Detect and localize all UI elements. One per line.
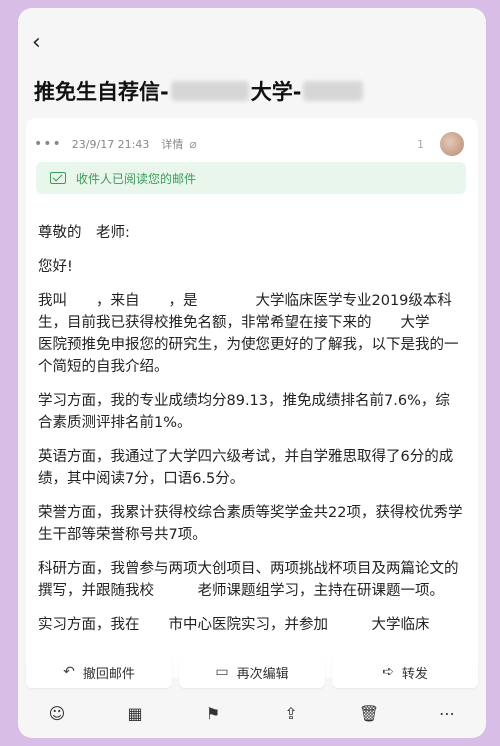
attachment-icon: ⌀ bbox=[189, 137, 197, 151]
body-paragraph: 英语方面，我通过了大学四六级考试，并自学雅思取得了6分的成绩，其中阅读7分，口语… bbox=[38, 449, 454, 487]
mail-read-icon bbox=[50, 172, 66, 184]
body-paragraph: 学习方面，我的专业成绩均分89.13，推免成绩排名前7.6%，综合素质测评排名前… bbox=[38, 393, 450, 431]
move-folder-icon[interactable]: ⇪ bbox=[279, 704, 303, 723]
avatar[interactable] bbox=[440, 132, 464, 156]
edit-again-button[interactable]: ▭ 再次编辑 bbox=[179, 656, 325, 688]
edit-again-label: 再次编辑 bbox=[236, 666, 289, 682]
forward-icon: ➪ bbox=[382, 664, 394, 680]
flag-icon[interactable]: ⚑ bbox=[201, 704, 225, 723]
chevron-left-icon[interactable]: ‹ bbox=[32, 32, 41, 54]
recall-mail-label: 撤回邮件 bbox=[82, 666, 135, 682]
read-receipt-banner: 收件人已阅读您的邮件 bbox=[36, 162, 466, 194]
calendar-add-icon[interactable]: ▦ bbox=[123, 704, 147, 723]
mail-subject: 推免生自荐信- 大学- bbox=[34, 76, 365, 106]
body-paragraph: 我叫 ，来自 ，是 大学临床医学专业2019级本科生，目前我已获得校推免名额，非… bbox=[38, 293, 459, 375]
emoji-icon[interactable]: ☺ bbox=[45, 704, 69, 723]
detail-link[interactable]: 详情 bbox=[161, 136, 183, 152]
subject-mid: 大学- bbox=[250, 80, 302, 104]
redacted-text bbox=[170, 81, 249, 101]
redacted-text bbox=[303, 81, 364, 101]
mail-card: ••• 23/9/17 21:43 详情 ⌀ 1 收件人已阅读您的邮件 尊敬的 … bbox=[26, 118, 478, 678]
more-icon[interactable]: ⋯ bbox=[435, 704, 459, 723]
recall-mail-button[interactable]: ↶ 撤回邮件 bbox=[26, 656, 172, 688]
body-paragraph: 尊敬的 老师: bbox=[38, 225, 130, 241]
subject-prefix: 推免生自荐信- bbox=[34, 80, 169, 104]
body-paragraph: 您好! bbox=[38, 259, 73, 275]
action-bar: ↶ 撤回邮件 ▭ 再次编辑 ➪ 转发 bbox=[26, 656, 478, 688]
more-dots-icon[interactable]: ••• bbox=[34, 136, 62, 152]
mail-meta: ••• 23/9/17 21:43 详情 ⌀ 1 bbox=[34, 132, 470, 156]
sender-address: 1 bbox=[417, 137, 424, 151]
bottom-toolbar: ☺ ▦ ⚑ ⇪ 🗑 ⋯ bbox=[18, 698, 486, 728]
mail-body: 尊敬的 老师: 您好! 我叫 ，来自 ，是 大学临床医学专业2019级本科生，目… bbox=[38, 222, 464, 648]
mail-time: 23/9/17 21:43 bbox=[71, 137, 150, 151]
read-receipt-text: 收件人已阅读您的邮件 bbox=[76, 171, 197, 186]
body-paragraph: 科研方面，我曾参与两项大创项目、两项挑战杯项目及两篇论文的撰写，并跟随我校 老师… bbox=[38, 561, 459, 599]
body-paragraph: 实习方面，我在 市中心医院实习，并参加 大学临床 bbox=[38, 617, 430, 633]
edit-icon: ▭ bbox=[215, 664, 229, 680]
mail-detail-screen: ‹ 推免生自荐信- 大学- ••• 23/9/17 21:43 详情 ⌀ 1 收… bbox=[18, 8, 486, 738]
forward-button[interactable]: ➪ 转发 bbox=[332, 656, 478, 688]
body-paragraph: 荣誉方面，我累计获得校综合素质等奖学金共22项，获得校优秀学生干部等荣誉称号共7… bbox=[38, 505, 463, 543]
trash-icon[interactable]: 🗑 bbox=[357, 704, 381, 723]
undo-icon: ↶ bbox=[63, 664, 75, 680]
forward-label: 转发 bbox=[401, 666, 428, 682]
